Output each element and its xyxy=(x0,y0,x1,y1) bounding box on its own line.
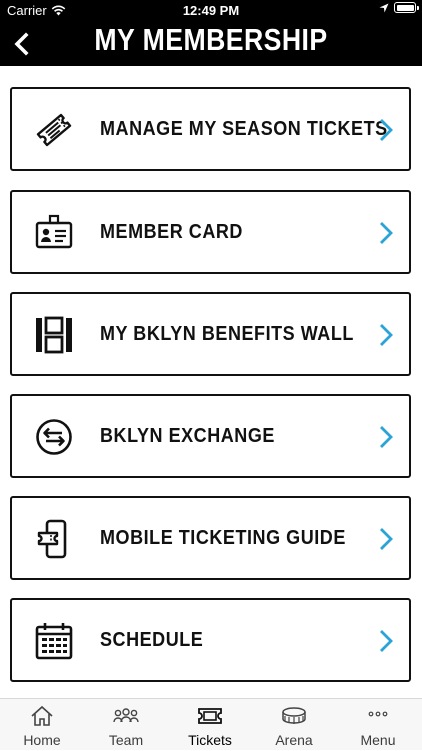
status-right xyxy=(379,2,419,13)
app-header: Carrier 12:49 PM MY MEMBERSHIP xyxy=(0,0,422,66)
tab-team[interactable]: Team xyxy=(84,699,168,751)
menu-item-label: MEMBER CARD xyxy=(100,221,243,243)
exchange-arrows-icon xyxy=(36,419,72,455)
tab-label: Team xyxy=(108,732,144,748)
chevron-right-icon xyxy=(380,222,393,244)
chevron-right-icon xyxy=(380,119,393,141)
tab-label: Tickets xyxy=(188,732,232,748)
ticket-icon xyxy=(36,113,72,147)
menu-item-member-card[interactable]: MEMBER CARD xyxy=(10,190,411,274)
menu-item-label: BKLYN EXCHANGE xyxy=(100,425,275,447)
menu-item-manage-season-tickets[interactable]: MANAGE MY SEASON TICKETS xyxy=(10,87,411,171)
benefits-wall-icon xyxy=(36,316,72,354)
menu-item-label: MOBILE TICKETING GUIDE xyxy=(100,527,346,549)
chevron-right-icon xyxy=(380,630,393,652)
menu-item-bklyn-exchange[interactable]: BKLYN EXCHANGE xyxy=(10,394,411,478)
menu-item-mobile-ticketing-guide[interactable]: MOBILE TICKETING GUIDE xyxy=(10,496,411,580)
arena-icon xyxy=(282,707,306,724)
menu-item-benefits-wall[interactable]: MY BKLYN BENEFITS WALL xyxy=(10,292,411,376)
page-title: MY MEMBERSHIP xyxy=(94,22,328,57)
chevron-right-icon xyxy=(380,324,393,346)
battery-icon xyxy=(394,2,419,13)
more-dots-icon xyxy=(368,711,388,717)
chevron-right-icon xyxy=(380,426,393,448)
status-bar: Carrier 12:49 PM xyxy=(0,0,422,22)
tab-bar: Home Team Tickets Arena Menu xyxy=(0,698,422,750)
tab-home[interactable]: Home xyxy=(0,699,84,751)
menu-item-label: SCHEDULE xyxy=(100,629,204,651)
tab-label: Home xyxy=(23,732,61,748)
mobile-ticket-icon xyxy=(37,519,67,559)
tab-tickets[interactable]: Tickets xyxy=(168,699,252,751)
tab-label: Menu xyxy=(360,732,396,748)
menu-item-label: MY BKLYN BENEFITS WALL xyxy=(100,323,354,345)
tickets-icon xyxy=(198,708,222,724)
location-arrow-icon xyxy=(379,3,389,12)
team-icon xyxy=(113,708,139,723)
chevron-right-icon xyxy=(380,528,393,550)
id-badge-icon xyxy=(35,214,73,249)
tab-arena[interactable]: Arena xyxy=(252,699,336,751)
menu-item-label: MANAGE MY SEASON TICKETS xyxy=(100,118,388,140)
clock: 12:49 PM xyxy=(182,3,240,18)
home-icon xyxy=(31,705,53,726)
tab-menu[interactable]: Menu xyxy=(336,699,420,751)
menu-item-schedule[interactable]: SCHEDULE xyxy=(10,598,411,682)
tab-label: Arena xyxy=(275,732,313,748)
calendar-icon xyxy=(35,623,73,660)
